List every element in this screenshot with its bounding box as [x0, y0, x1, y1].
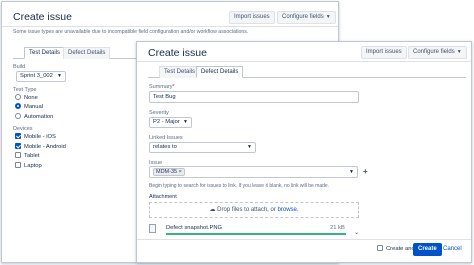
tab-bar: Test Details Defect Details [148, 66, 466, 78]
attachment-file-name[interactable]: Defect snapshot.PNG [166, 225, 222, 231]
import-issues-label: Import issues [234, 14, 270, 20]
issue-picker[interactable]: MDM-35 × ▼ [149, 166, 358, 178]
linked-issues-label: Linked Issues [149, 135, 183, 141]
checkbox-laptop-label: Laptop [24, 163, 42, 169]
chevron-down-icon: ▼ [247, 144, 252, 150]
severity-select[interactable]: P2 - Major ▼ [149, 117, 192, 128]
header-divider [137, 61, 471, 62]
radio-none-label: None [24, 95, 38, 101]
checkbox-checked-icon [15, 143, 21, 149]
link-type-value: relates to [153, 144, 177, 150]
close-icon[interactable]: × [179, 169, 182, 175]
summary-label: Summary* [149, 84, 175, 90]
radio-manual-label: Manual [24, 104, 44, 110]
issue-tag: MDM-35 × [153, 168, 185, 176]
severity-label: Severity [149, 110, 169, 116]
import-issues-button[interactable]: Import issues [229, 11, 275, 24]
configure-fields-button[interactable]: Configure fields ▼ [277, 11, 336, 24]
add-link-plus-icon[interactable]: + [363, 167, 368, 176]
radio-automation-label: Automation [24, 114, 54, 120]
chevron-down-icon: ▼ [456, 49, 462, 55]
issue-tag-key: MDM-35 [156, 169, 178, 175]
summary-label-text: Summary [149, 84, 173, 90]
upload-progress-fill [166, 233, 346, 235]
checkbox-mobile-ios-label: Mobile - iOS [24, 134, 56, 140]
radio-icon [15, 94, 21, 100]
radio-none[interactable]: None [15, 94, 38, 102]
attachment-dropzone[interactable]: ☁ Drop files to attach, or browse. [149, 202, 359, 218]
browse-link[interactable]: browse. [278, 207, 299, 213]
chevron-down-icon: ▼ [57, 73, 62, 79]
radio-manual[interactable]: Manual [15, 103, 43, 111]
dialog-title: Create issue [13, 11, 72, 23]
checkbox-laptop[interactable]: Laptop [15, 162, 42, 170]
chevron-down-icon: ▼ [183, 119, 188, 125]
tab-defect-details[interactable]: Defect Details [63, 47, 111, 59]
chevron-down-icon[interactable]: ⌄ [354, 229, 359, 236]
checkbox-icon [377, 245, 383, 251]
header-divider [2, 26, 338, 27]
warning-message: Some issue types are unavailable due to … [13, 29, 249, 35]
checkbox-mobile-android[interactable]: Mobile - Android [15, 143, 66, 151]
attachment-file-size: 21 kB [330, 225, 345, 231]
drop-text: Drop files to attach, or [217, 207, 276, 213]
file-icon [149, 224, 156, 233]
test-type-label: Test Type [13, 87, 37, 93]
checkbox-mobile-ios[interactable]: Mobile - iOS [15, 133, 56, 141]
devices-label: Devices [13, 126, 33, 132]
import-issues-button[interactable]: Import issues [361, 46, 407, 59]
link-type-select[interactable]: relates to ▼ [149, 142, 256, 153]
issue-hint: Begin typing to search for issues to lin… [149, 183, 330, 189]
upload-progress-bar [166, 233, 346, 235]
create-button[interactable]: Create [413, 243, 442, 256]
build-label: Build [13, 64, 26, 70]
build-value: Sprint 3_002 [20, 73, 53, 79]
footer-divider [137, 239, 471, 240]
front-create-issue-dialog: Create issue Import issues Configure fie… [136, 41, 472, 263]
tab-defect-details[interactable]: Defect Details [196, 66, 244, 78]
severity-value: P2 - Major [153, 119, 180, 125]
configure-fields-label: Configure fields [413, 49, 455, 55]
summary-input[interactable]: Test Bug [149, 91, 359, 103]
configure-fields-button[interactable]: Configure fields ▼ [408, 46, 467, 59]
tab-test-details[interactable]: Test Details [159, 66, 201, 78]
required-marker: * [172, 84, 175, 90]
radio-icon [15, 113, 21, 119]
checkbox-checked-icon [15, 133, 21, 139]
configure-fields-label: Configure fields [282, 14, 324, 20]
radio-automation[interactable]: Automation [15, 113, 53, 121]
upload-cloud-icon: ☁ [209, 207, 216, 213]
chevron-down-icon[interactable]: ▼ [349, 167, 354, 177]
cancel-button[interactable]: Cancel [443, 246, 462, 252]
checkbox-icon [15, 152, 21, 158]
build-select[interactable]: Sprint 3_002 ▼ [16, 71, 66, 82]
checkbox-mobile-android-label: Mobile - Android [24, 144, 66, 150]
checkbox-icon [15, 162, 21, 168]
radio-selected-icon [15, 103, 21, 109]
chevron-down-icon: ▼ [325, 14, 331, 20]
attachment-label: Attachment [149, 194, 177, 200]
summary-value: Test Bug [153, 94, 176, 100]
import-issues-label: Import issues [366, 49, 402, 55]
checkbox-tablet[interactable]: Tablet [15, 152, 39, 160]
dialog-title: Create issue [148, 47, 207, 59]
tab-test-details[interactable]: Test Details [24, 47, 66, 59]
checkbox-tablet-label: Tablet [24, 153, 40, 159]
